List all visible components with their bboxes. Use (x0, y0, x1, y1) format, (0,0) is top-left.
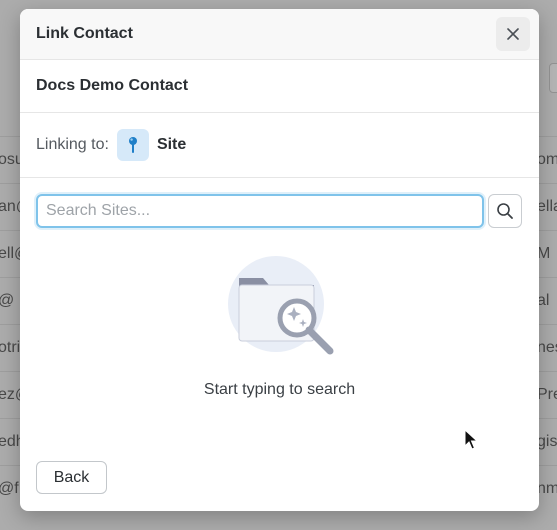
mouse-cursor-icon (464, 429, 478, 450)
linking-label: Linking to: (36, 136, 109, 153)
empty-state-text: Start typing to search (203, 381, 356, 398)
search-input[interactable] (36, 194, 484, 228)
map-pin-icon (116, 129, 149, 161)
link-contact-modal: Link Contact Docs Demo Contact Linking t… (20, 9, 539, 511)
close-icon (507, 28, 519, 40)
close-button[interactable] (496, 17, 530, 51)
modal-header: Link Contact (20, 9, 539, 60)
back-button[interactable]: Back (36, 461, 107, 494)
folder-search-icon (228, 256, 334, 355)
contact-name: Docs Demo Contact (36, 77, 189, 94)
contact-section: Docs Demo Contact (20, 60, 539, 113)
search-icon (497, 203, 513, 219)
linking-section: Linking to: Site (20, 113, 539, 178)
linking-value: Site (156, 136, 187, 153)
modal-title: Link Contact (36, 25, 133, 42)
search-row (36, 194, 522, 228)
search-button[interactable] (488, 194, 522, 228)
